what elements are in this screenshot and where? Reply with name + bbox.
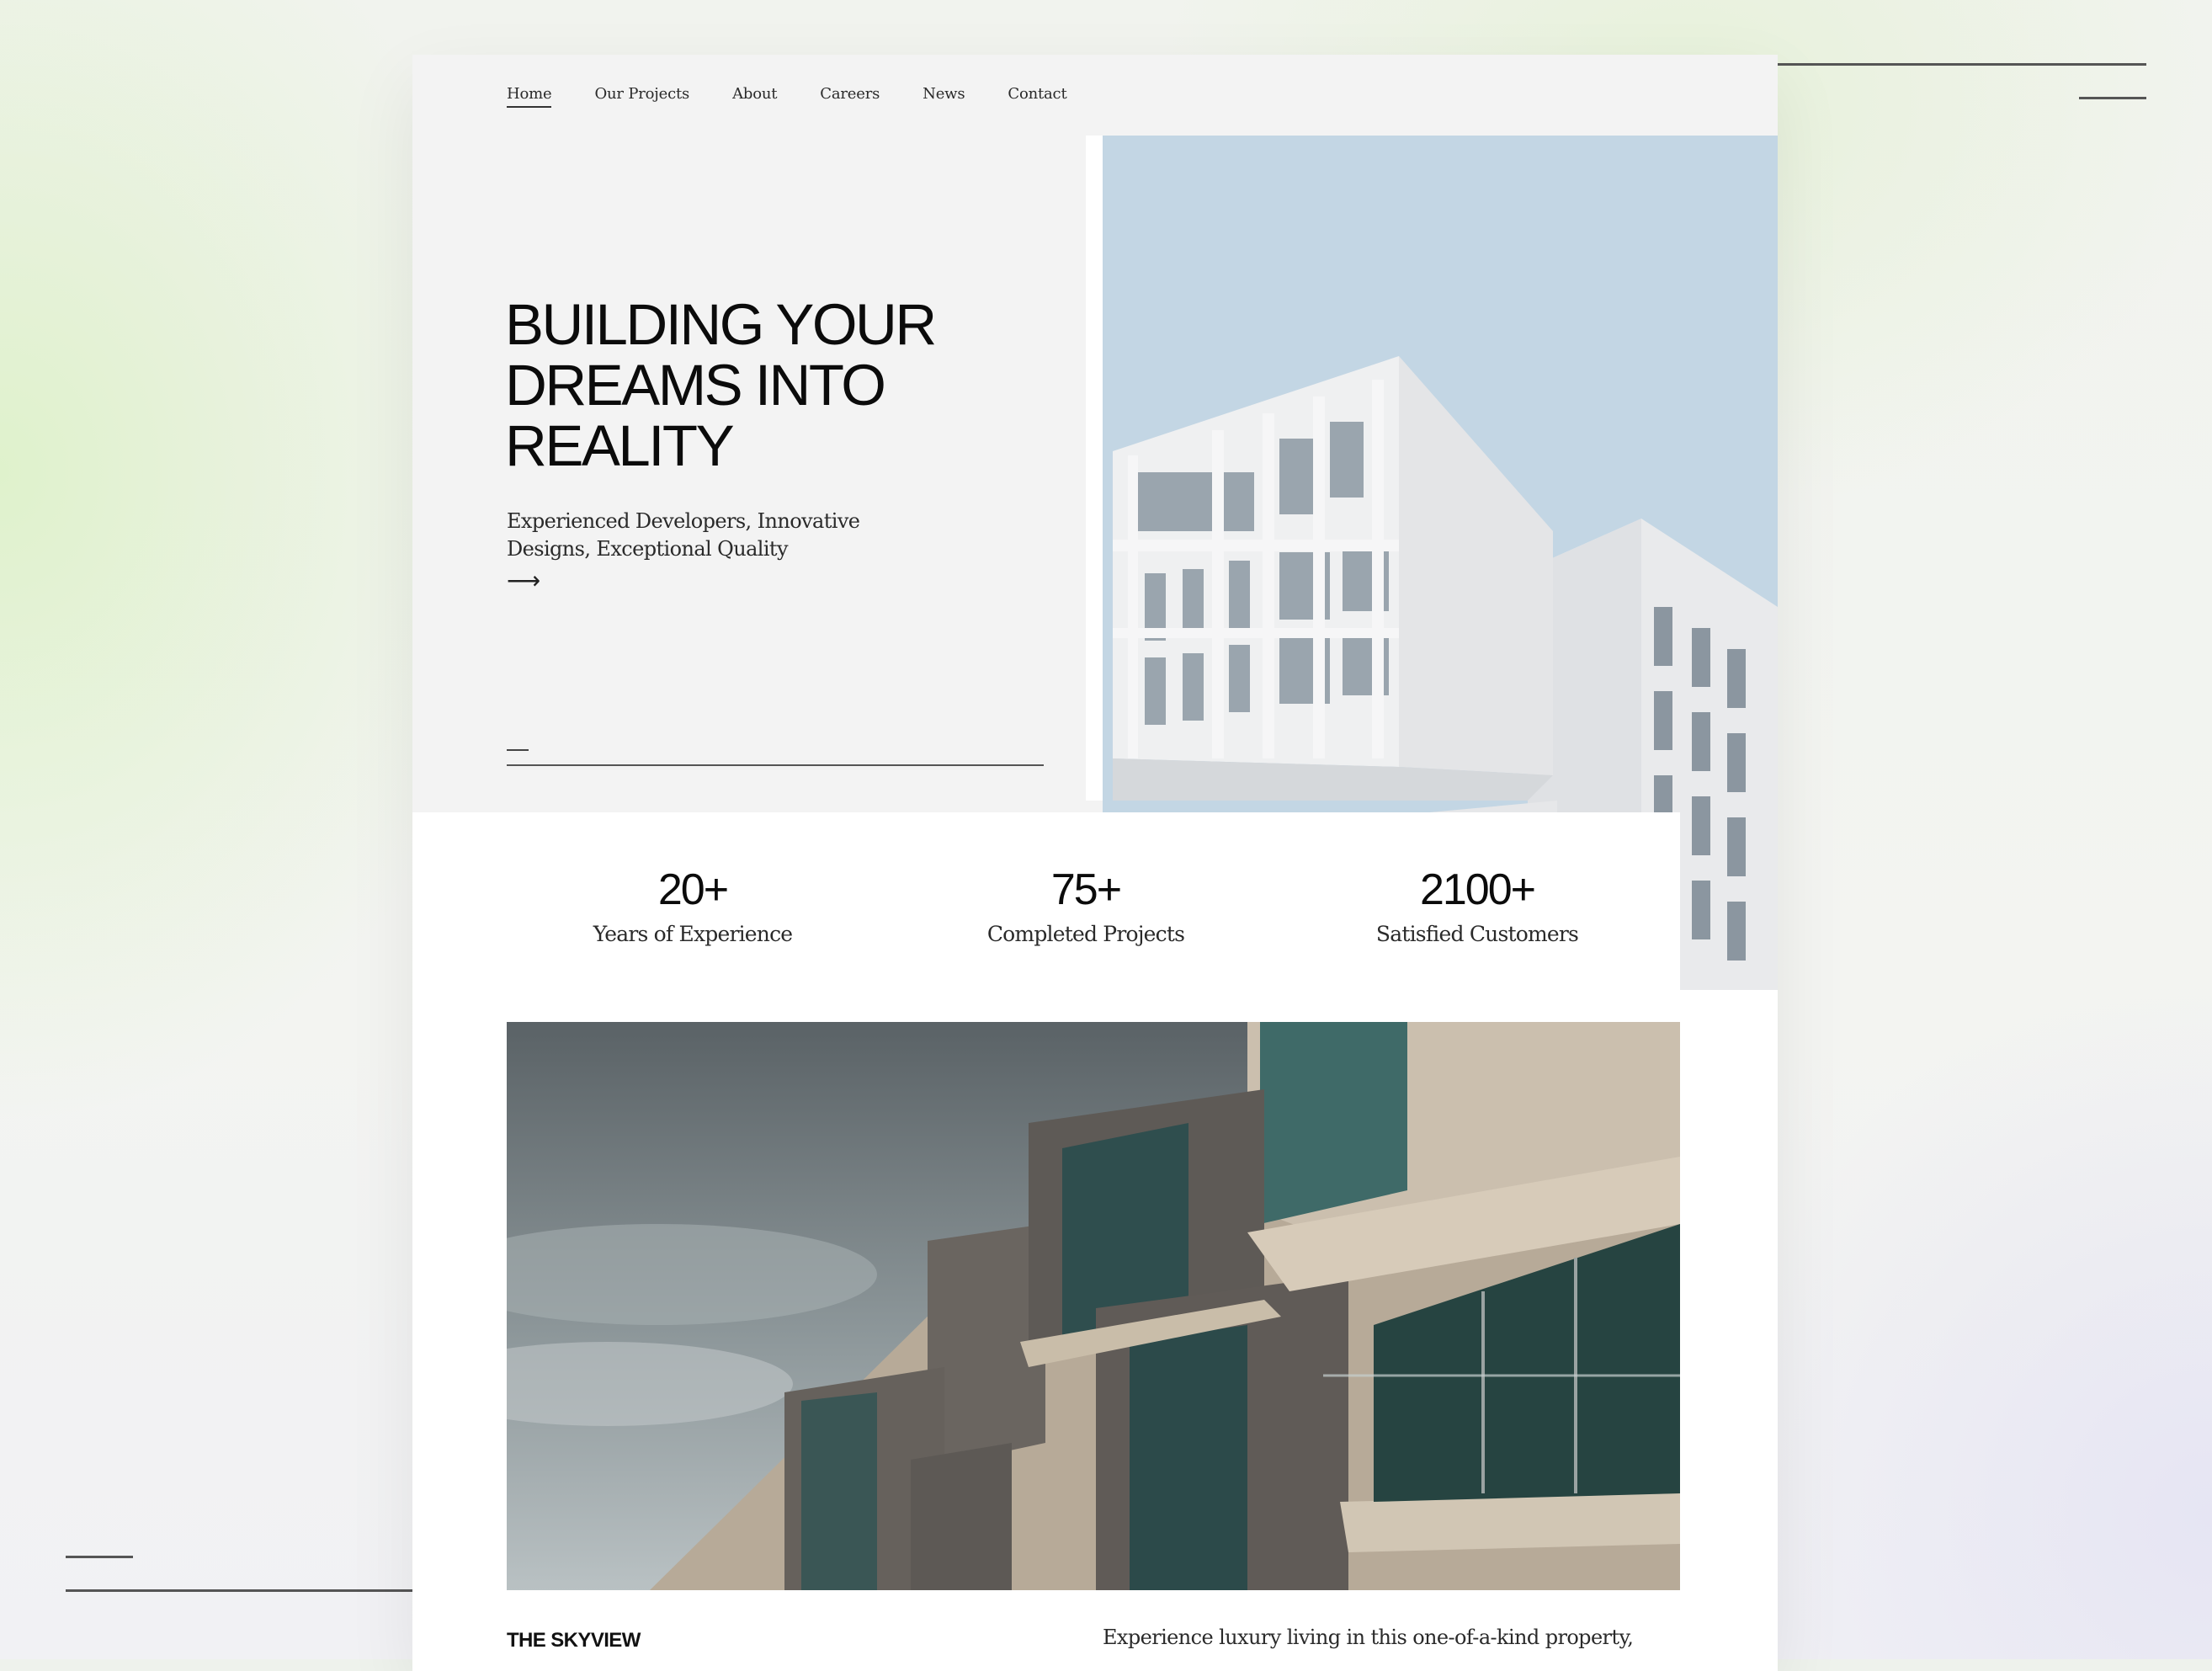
decor-line-bottom-long <box>66 1589 412 1592</box>
slide-progress-track <box>507 764 1044 766</box>
slide-indicator-active <box>507 749 529 751</box>
hero-title-line: REALITY <box>505 413 735 478</box>
landing-page: Home Our Projects About Careers News Con… <box>412 55 1778 1671</box>
apartment-building-illustration <box>507 1022 1680 1590</box>
stat-customers: 2100+ Satisfied Customers <box>1326 865 1629 946</box>
stat-years: 20+ Years of Experience <box>541 865 844 946</box>
hero-title: BUILDING YOUR DREAMS INTO REALITY <box>505 295 1027 476</box>
stat-label: Years of Experience <box>593 922 793 946</box>
stat-value: 20+ <box>657 865 729 914</box>
nav-contact[interactable]: Contact <box>1008 85 1066 108</box>
stat-value: 75+ <box>1050 865 1122 914</box>
decor-line-top-long <box>1778 63 2146 66</box>
nav-news[interactable]: News <box>923 85 965 108</box>
stat-label: Completed Projects <box>986 922 1185 946</box>
decor-line-bottom-short <box>66 1556 133 1558</box>
nav-home[interactable]: Home <box>507 85 552 108</box>
decor-line-top-short <box>2079 97 2146 99</box>
main-nav: Home Our Projects About Careers News Con… <box>507 85 1067 108</box>
stat-label: Satisfied Customers <box>1375 922 1579 946</box>
hero-subtitle-line: Designs, Exceptional Quality <box>507 537 789 561</box>
arrow-right-icon[interactable]: ⟶ <box>507 568 540 593</box>
project-description: Experience luxury living in this one-of-… <box>1103 1626 1634 1649</box>
nav-about[interactable]: About <box>732 85 777 108</box>
hero-subtitle: Experienced Developers, Innovative Desig… <box>507 508 902 563</box>
image-frame-strip <box>1086 136 1103 801</box>
nav-careers[interactable]: Careers <box>820 85 880 108</box>
nav-our-projects[interactable]: Our Projects <box>594 85 689 108</box>
hero-title-line: BUILDING YOUR <box>505 292 937 357</box>
project-feature-image[interactable] <box>507 1022 1680 1590</box>
hero-subtitle-line: Experienced Developers, Innovative <box>507 509 860 533</box>
hero-title-line: DREAMS INTO <box>505 353 886 418</box>
stat-value: 2100+ <box>1419 865 1536 914</box>
project-name: THE SKYVIEW <box>507 1629 641 1652</box>
stat-projects: 75+ Completed Projects <box>934 865 1237 946</box>
